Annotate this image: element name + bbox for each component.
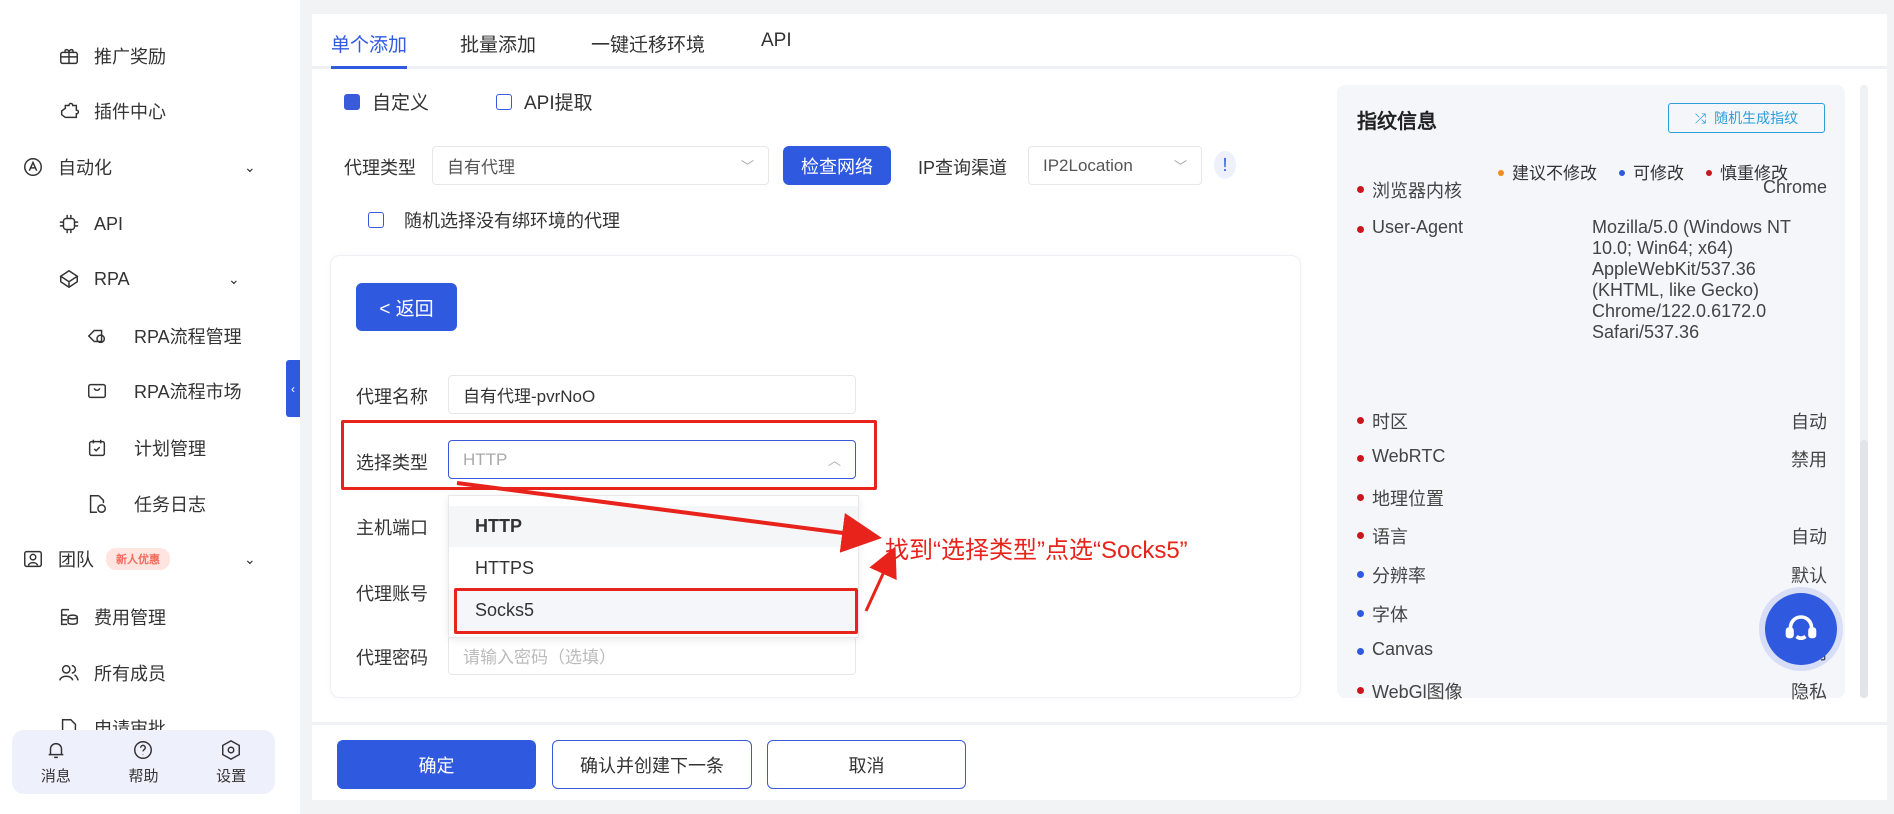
fingerprint-value: 禁用 [1791,450,1827,470]
scrollbar-thumb[interactable] [1860,440,1868,698]
fingerprint-row: 浏览器内核 Chrome [1357,177,1827,203]
fingerprint-row: Canvas倾向 [1357,639,1827,663]
random-fingerprint-button[interactable]: ⤮ 随机生成指纹 [1668,103,1825,133]
fingerprint-row: User-Agent Mozilla/5.0 (Windows NT 10.0; … [1357,217,1827,342]
headset-icon [1785,615,1817,640]
confirm-button[interactable]: 确定 [337,740,536,789]
fingerprint-label: WebRTC [1372,446,1446,466]
random-fingerprint-label: 随机生成指纹 [1714,110,1799,126]
fingerprint-row: 字体隐私 [1357,601,1827,627]
confirm-and-next-button[interactable]: 确认并创建下一条 [552,740,752,789]
status-dot [1357,648,1364,655]
fingerprint-row: WebGl图像 隐私 [1357,678,1827,704]
status-dot [1357,455,1364,462]
status-dot [1357,494,1364,501]
status-dot [1357,687,1364,694]
fingerprint-value: 自动 [1791,412,1827,432]
fingerprint-value: 隐私 [1791,682,1827,702]
fingerprint-row: 时区 自动 [1357,408,1827,434]
customer-service-button[interactable] [1765,593,1837,665]
fingerprint-label: 浏览器内核 [1372,181,1462,201]
fingerprint-value: Chrome [1762,177,1827,197]
fingerprint-label: 语言 [1372,527,1408,547]
fingerprint-row: 分辨率 默认 [1357,562,1827,588]
fingerprint-label: Canvas [1372,639,1434,659]
fingerprint-row: 地理位置 [1357,485,1827,511]
fingerprint-row: 语言 自动 [1357,523,1827,549]
fingerprint-label: 地理位置 [1372,489,1444,509]
fingerprint-label: 字体 [1372,605,1408,625]
arrow-to-annotation [456,481,882,553]
shuffle-icon: ⤮ [1694,109,1707,126]
fingerprint-label: 时区 [1372,412,1408,432]
fingerprint-value: 自动 [1791,527,1827,547]
fingerprint-title: 指纹信息 [1357,111,1437,133]
scrollbar[interactable] [1860,85,1868,698]
cancel-button[interactable]: 取消 [767,740,966,789]
fingerprint-label: WebGl图像 [1372,682,1463,702]
fingerprint-label: User-Agent [1372,217,1464,237]
status-dot [1357,186,1364,193]
fingerprint-value: 默认 [1791,566,1827,586]
fingerprint-panel: 指纹信息 ⤮ 随机生成指纹 建议不修改 可修改 慎重修改 浏览器内核 Chrome U… [1337,85,1868,702]
status-dot [1357,417,1364,424]
fingerprint-row: WebRTC 禁用 [1357,446,1827,470]
footer-divider [312,722,1887,725]
status-dot [1357,571,1364,578]
fingerprint-value: Mozilla/5.0 (Windows NT 10.0; Win64; x64… [1592,217,1791,342]
annotation-text: 找到“选择类型”点选“Socks5” [885,537,1188,564]
fingerprint-label: 分辨率 [1372,566,1426,586]
status-dot [1357,226,1364,233]
status-dot [1357,610,1364,617]
status-dot [1357,532,1364,539]
